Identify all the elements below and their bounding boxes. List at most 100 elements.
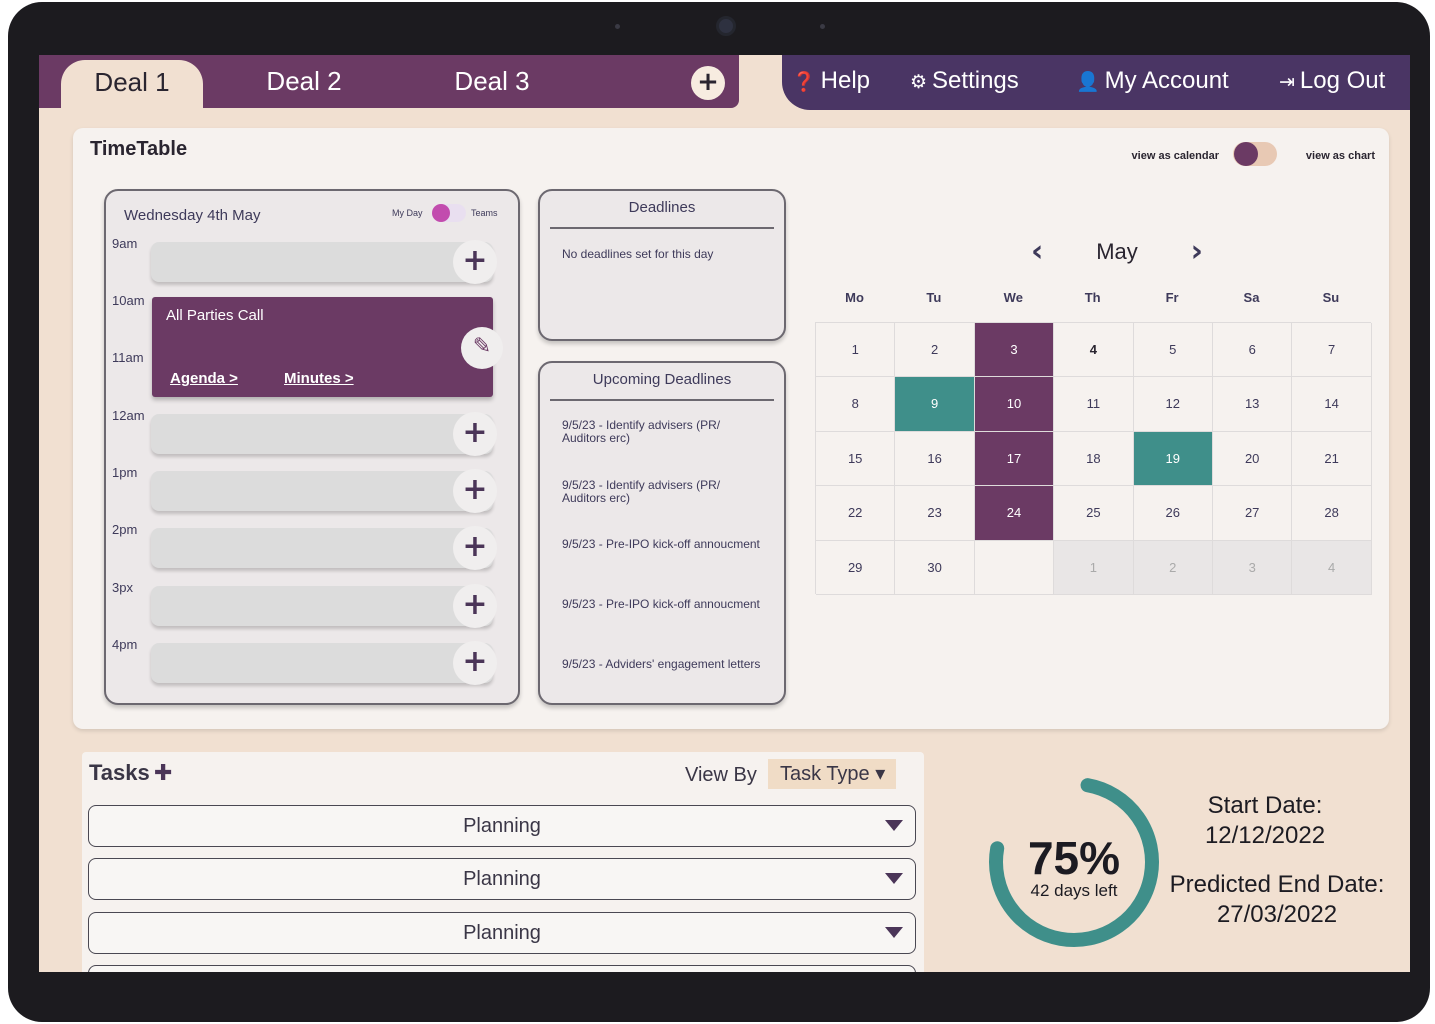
deadline-item[interactable]: 9/5/23 - Pre-IPO kick-off annoucment [562,598,762,611]
caret-down-icon[interactable] [885,927,903,938]
time-slot[interactable]: + [151,412,497,456]
tab-deal-2[interactable]: Deal 2 [249,55,359,108]
time-slot[interactable]: + [151,469,497,513]
end-date-value: 27/03/2022 [1216,901,1338,928]
calendar-day[interactable]: 25 [1054,486,1134,541]
deadline-item[interactable]: 9/5/23 - Adviders' engagement letters [562,658,762,671]
calendar-day[interactable]: 7 [1292,323,1372,378]
day-date: Wednesday 4th May [124,207,261,224]
hour-label: 12am [112,408,145,423]
task-group-row[interactable]: Planning [88,805,916,847]
task-group-label: Planning [463,815,541,837]
task-group-row[interactable]: Planning [88,912,916,954]
time-slot[interactable]: + [151,240,497,284]
view-by-label: View By [685,764,757,786]
add-event-button[interactable]: + [453,584,497,628]
logout-label: Log Out [1299,67,1386,94]
deadlines-title: Deadlines [550,191,774,229]
calendar-day[interactable]: 20 [1213,431,1293,487]
calendar-day[interactable]: 2 [895,323,975,378]
caret-down-icon[interactable] [885,873,903,884]
deadline-item[interactable]: 9/5/23 - Identify advisers (PR/ Auditors… [562,479,762,505]
progress-percent: 75% [1027,832,1121,884]
progress-ring: 75% 42 days left [979,767,1169,957]
calendar-day[interactable]: 4 [1292,540,1372,595]
next-month-button[interactable]: › [1191,234,1203,269]
calendar-day[interactable]: 26 [1133,486,1213,541]
calendar-day[interactable]: 6 [1213,323,1293,378]
calendar-day[interactable]: 21 [1292,431,1372,487]
calendar-day[interactable]: 5 [1133,323,1213,378]
calendar-day[interactable]: 30 [895,540,975,595]
add-event-button[interactable]: + [453,412,497,456]
calendar-day[interactable]: 12 [1133,377,1213,432]
calendar-day[interactable]: 28 [1292,486,1372,541]
agenda-link[interactable]: Agenda > [170,370,238,387]
calendar-day[interactable]: 16 [895,431,975,487]
top-nav: ❓ Help ⚙ Settings 👤 My Account ⇥ Log Out [782,55,1410,110]
weekday-label: Tu [926,290,942,305]
calendar-day[interactable]: 3 [974,323,1055,378]
add-event-button[interactable]: + [453,641,497,685]
calendar-day[interactable]: 23 [895,486,975,541]
task-group-row[interactable]: Planning [88,858,916,900]
calendar-day[interactable]: 10 [974,377,1055,432]
add-event-button[interactable]: + [453,526,497,570]
upcoming-deadlines-card: Upcoming Deadlines 9/5/23 - Identify adv… [538,361,786,705]
calendar-day[interactable]: 15 [816,431,896,487]
tasks-title: Tasks [89,760,150,785]
edit-event-button[interactable]: ✎ [461,327,503,369]
calendar-day[interactable]: 22 [816,486,896,541]
logout-button[interactable]: ⇥ Log Out [1279,55,1385,107]
add-task-icon[interactable]: ✚ [154,761,172,786]
add-deal-button[interactable]: + [691,66,725,100]
deadline-item[interactable]: 9/5/23 - Identify advisers (PR/ Auditors… [562,419,762,445]
time-slot[interactable]: + [151,584,497,628]
calendar-day[interactable]: 14 [1292,377,1372,432]
calendar-day[interactable]: 29 [816,540,896,595]
app-screen: Deal 1 Deal 2 Deal 3 + ❓ Help ⚙ Settings 👤… [39,55,1410,972]
caret-down-icon[interactable] [885,820,903,831]
deadline-item[interactable]: 9/5/23 - Pre-IPO kick-off annoucment [562,538,762,551]
add-event-button[interactable]: + [453,240,497,284]
settings-button[interactable]: ⚙ Settings [910,55,1019,107]
calendar-day[interactable]: 3 [1213,540,1293,595]
calendar-day[interactable]: 4 [1054,323,1134,378]
calendar-day[interactable]: 2 [1133,540,1213,595]
help-button[interactable]: ❓ Help [792,55,870,107]
calendar-day[interactable]: 13 [1213,377,1293,432]
hour-label: 1pm [112,465,138,480]
calendar-day[interactable]: 11 [1054,377,1134,432]
calendar-day[interactable]: 1 [816,323,896,378]
teams-label: Teams [471,208,498,218]
weekday-label: Th [1084,290,1101,305]
view-mode-switch[interactable] [1233,142,1277,166]
calendar-day[interactable]: 9 [895,377,975,432]
calendar-day[interactable]: 8 [816,377,896,432]
timetable-title: TimeTable [90,138,188,160]
view-by-select[interactable]: Task Type ▾ [768,759,896,789]
account-label: My Account [1104,67,1229,94]
start-date-value: 12/12/2022 [1204,822,1326,849]
time-slot[interactable]: + [151,526,497,570]
tab-deal-3[interactable]: Deal 3 [437,55,547,108]
tab-deal-1[interactable]: Deal 1 [61,60,203,108]
calendar-day[interactable]: 17 [974,431,1055,487]
day-mode-switch[interactable] [432,204,466,222]
time-slot[interactable]: + [151,641,497,685]
minutes-link[interactable]: Minutes > [284,370,354,387]
calendar-day[interactable]: 24 [974,486,1055,541]
my-account-button[interactable]: 👤 My Account [1076,55,1229,107]
calendar-day[interactable]: 27 [1213,486,1293,541]
start-date-block: Start Date: 12/12/2022 [1165,792,1365,850]
event-card[interactable]: All Parties Call Agenda > Minutes > ✎ [152,297,503,397]
calendar-weekday-header: Mo Tu We Th Fr Sa Su [815,290,1371,310]
task-group-label: Planning [463,922,541,944]
task-group-row[interactable] [88,965,916,972]
add-event-button[interactable]: + [453,469,497,513]
tasks-panel: Tasks ✚ View By Task Type ▾ Planning Pla… [82,752,924,972]
calendar-day[interactable]: 1 [1054,540,1134,595]
calendar-day[interactable]: 19 [1133,431,1213,487]
my-day-label: My Day [392,208,423,218]
calendar-day[interactable]: 18 [1054,431,1134,487]
